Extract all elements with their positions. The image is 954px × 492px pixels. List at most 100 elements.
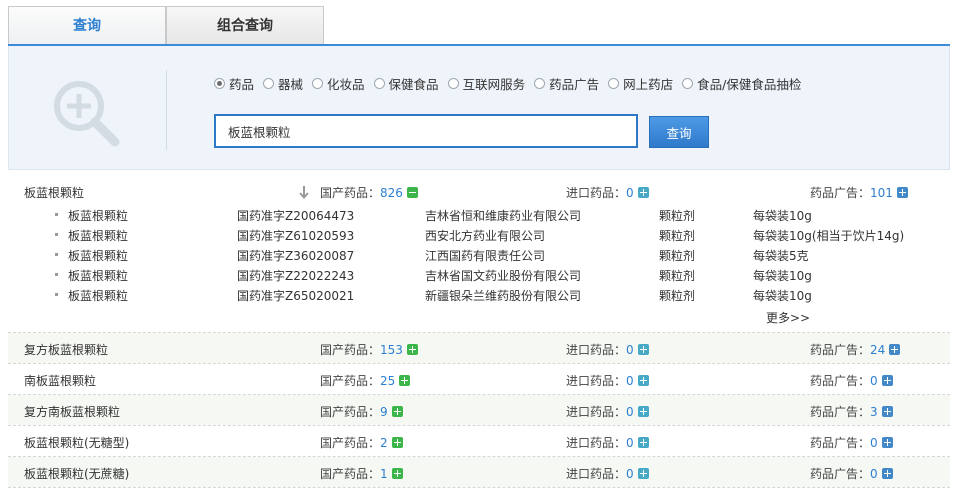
radio-button[interactable]	[534, 78, 546, 89]
domestic-count[interactable]: 国产药品：9	[320, 403, 403, 420]
bullet-icon	[55, 293, 58, 296]
domestic-label: 国产药品：	[320, 405, 381, 419]
sort-down-arrow-icon[interactable]	[298, 185, 310, 199]
ads-value[interactable]: 0	[870, 436, 878, 450]
drug-list-item[interactable]: 板蓝根颗粒 国药准字Z22022243 吉林省国文药业股份有限公司 颗粒剂 每袋装10g	[0, 265, 942, 285]
radio-option-1[interactable]: 器械	[263, 74, 303, 93]
more-link[interactable]: 更多>>	[766, 309, 810, 326]
domestic-count[interactable]: 国产药品：826	[320, 184, 418, 201]
domestic-value[interactable]: 153	[380, 343, 403, 357]
expand-icon[interactable]	[391, 468, 403, 479]
imported-value[interactable]: 0	[626, 374, 634, 388]
group-name[interactable]: 板蓝根颗粒	[24, 184, 84, 201]
radio-button[interactable]	[312, 78, 324, 89]
expand-icon[interactable]	[889, 344, 901, 355]
group-name[interactable]: 南板蓝根颗粒	[24, 372, 96, 389]
domestic-value[interactable]: 1	[380, 467, 388, 481]
imported-count[interactable]: 进口药品：0	[566, 372, 649, 389]
group-name[interactable]: 复方南板蓝根颗粒	[24, 403, 120, 420]
expand-icon[interactable]	[391, 437, 403, 448]
drug-list-item[interactable]: 板蓝根颗粒 国药准字Z20064473 吉林省恒和维康药业有限公司 颗粒剂 每袋装10g	[0, 205, 942, 225]
group-name[interactable]: 板蓝根颗粒(无蔗糖)	[24, 465, 129, 482]
imported-count[interactable]: 进口药品：0	[566, 465, 649, 482]
ads-count[interactable]: 药品广告：0	[810, 434, 893, 451]
ads-count[interactable]: 药品广告：101	[810, 184, 908, 201]
drug-name[interactable]: 板蓝根颗粒	[68, 227, 128, 244]
radio-button[interactable]	[608, 78, 620, 89]
expand-icon[interactable]	[881, 468, 893, 479]
imported-count[interactable]: 进口药品：0	[566, 184, 649, 201]
tab-search[interactable]: 查询	[8, 6, 166, 45]
radio-option-5[interactable]: 药品广告	[534, 74, 599, 93]
imported-value[interactable]: 0	[626, 405, 634, 419]
domestic-count[interactable]: 国产药品：1	[320, 465, 403, 482]
imported-count[interactable]: 进口药品：0	[566, 403, 649, 420]
search-input[interactable]	[214, 114, 638, 148]
expand-icon[interactable]	[399, 375, 411, 386]
ads-value[interactable]: 24	[870, 343, 885, 357]
drug-list-item[interactable]: 板蓝根颗粒 国药准字Z65020021 新疆银朵兰维药股份有限公司 颗粒剂 每袋装10g	[0, 285, 942, 305]
expand-icon[interactable]	[637, 375, 649, 386]
expand-icon[interactable]	[406, 344, 418, 355]
search-button[interactable]: 查询	[649, 116, 709, 148]
domestic-value[interactable]: 25	[380, 374, 395, 388]
drug-name[interactable]: 板蓝根颗粒	[68, 207, 128, 224]
group-name[interactable]: 板蓝根颗粒(无糖型)	[24, 434, 129, 451]
expand-icon[interactable]	[881, 406, 893, 417]
expand-icon[interactable]	[881, 437, 893, 448]
search-panel: 药品 器械 化妆品 保健食品 互联网服务 药品广告 网上药店 食品/保健食品抽检 查询	[8, 46, 950, 170]
imported-value[interactable]: 0	[626, 436, 634, 450]
ads-value[interactable]: 101	[870, 186, 893, 200]
radio-button[interactable]	[447, 78, 459, 89]
radio-option-2[interactable]: 化妆品	[312, 74, 365, 93]
radio-option-6[interactable]: 网上药店	[608, 74, 673, 93]
ads-count[interactable]: 药品广告：24	[810, 341, 901, 358]
imported-count[interactable]: 进口药品：0	[566, 341, 649, 358]
domestic-value[interactable]: 2	[380, 436, 388, 450]
ads-value[interactable]: 3	[870, 405, 878, 419]
imported-count[interactable]: 进口药品：0	[566, 434, 649, 451]
ads-value[interactable]: 0	[870, 467, 878, 481]
radio-option-0[interactable]: 药品	[214, 74, 254, 93]
search-tabs: 查询 组合查询	[8, 6, 950, 46]
group-name[interactable]: 复方板蓝根颗粒	[24, 341, 108, 358]
drug-approval: 国药准字Z20064473	[237, 209, 355, 223]
ads-value[interactable]: 0	[870, 374, 878, 388]
radio-option-4[interactable]: 互联网服务	[447, 74, 525, 93]
ads-count[interactable]: 药品广告：3	[810, 403, 893, 420]
drug-name[interactable]: 板蓝根颗粒	[68, 267, 128, 284]
expand-icon[interactable]	[637, 344, 649, 355]
drug-name[interactable]: 板蓝根颗粒	[68, 287, 128, 304]
imported-value[interactable]: 0	[626, 343, 634, 357]
ads-count[interactable]: 药品广告：0	[810, 372, 893, 389]
expand-icon[interactable]	[391, 406, 403, 417]
drug-name[interactable]: 板蓝根颗粒	[68, 247, 128, 264]
ads-count[interactable]: 药品广告：0	[810, 465, 893, 482]
radio-button[interactable]	[214, 78, 225, 89]
bullet-icon	[55, 233, 58, 236]
radio-option-3[interactable]: 保健食品	[373, 74, 439, 93]
radio-button[interactable]	[263, 78, 275, 89]
expand-icon[interactable]	[896, 187, 908, 198]
domestic-count[interactable]: 国产药品：25	[320, 372, 411, 389]
drug-list-item[interactable]: 板蓝根颗粒 国药准字Z36020087 江西国药有限责任公司 颗粒剂 每袋装5克	[0, 245, 942, 265]
domestic-label: 国产药品：	[320, 374, 381, 388]
drug-list-item[interactable]: 板蓝根颗粒 国药准字Z61020593 西安北方药业有限公司 颗粒剂 每袋装10g(相当…	[0, 225, 942, 245]
domestic-value[interactable]: 826	[380, 186, 403, 200]
radio-option-7[interactable]: 食品/保健食品抽检	[682, 74, 801, 93]
radio-button[interactable]	[373, 78, 385, 89]
radio-button[interactable]	[682, 78, 694, 89]
expand-icon[interactable]	[881, 375, 893, 386]
domestic-count[interactable]: 国产药品：153	[320, 341, 418, 358]
magnifier-plus-icon	[54, 81, 120, 147]
domestic-count[interactable]: 国产药品：2	[320, 434, 403, 451]
imported-value[interactable]: 0	[626, 467, 634, 481]
expand-icon[interactable]	[637, 437, 649, 448]
expand-icon[interactable]	[637, 187, 649, 198]
collapse-icon[interactable]	[406, 187, 418, 198]
domestic-value[interactable]: 9	[380, 405, 388, 419]
expand-icon[interactable]	[637, 468, 649, 479]
imported-value[interactable]: 0	[626, 186, 634, 200]
tab-combined-search[interactable]: 组合查询	[166, 6, 324, 45]
expand-icon[interactable]	[637, 406, 649, 417]
